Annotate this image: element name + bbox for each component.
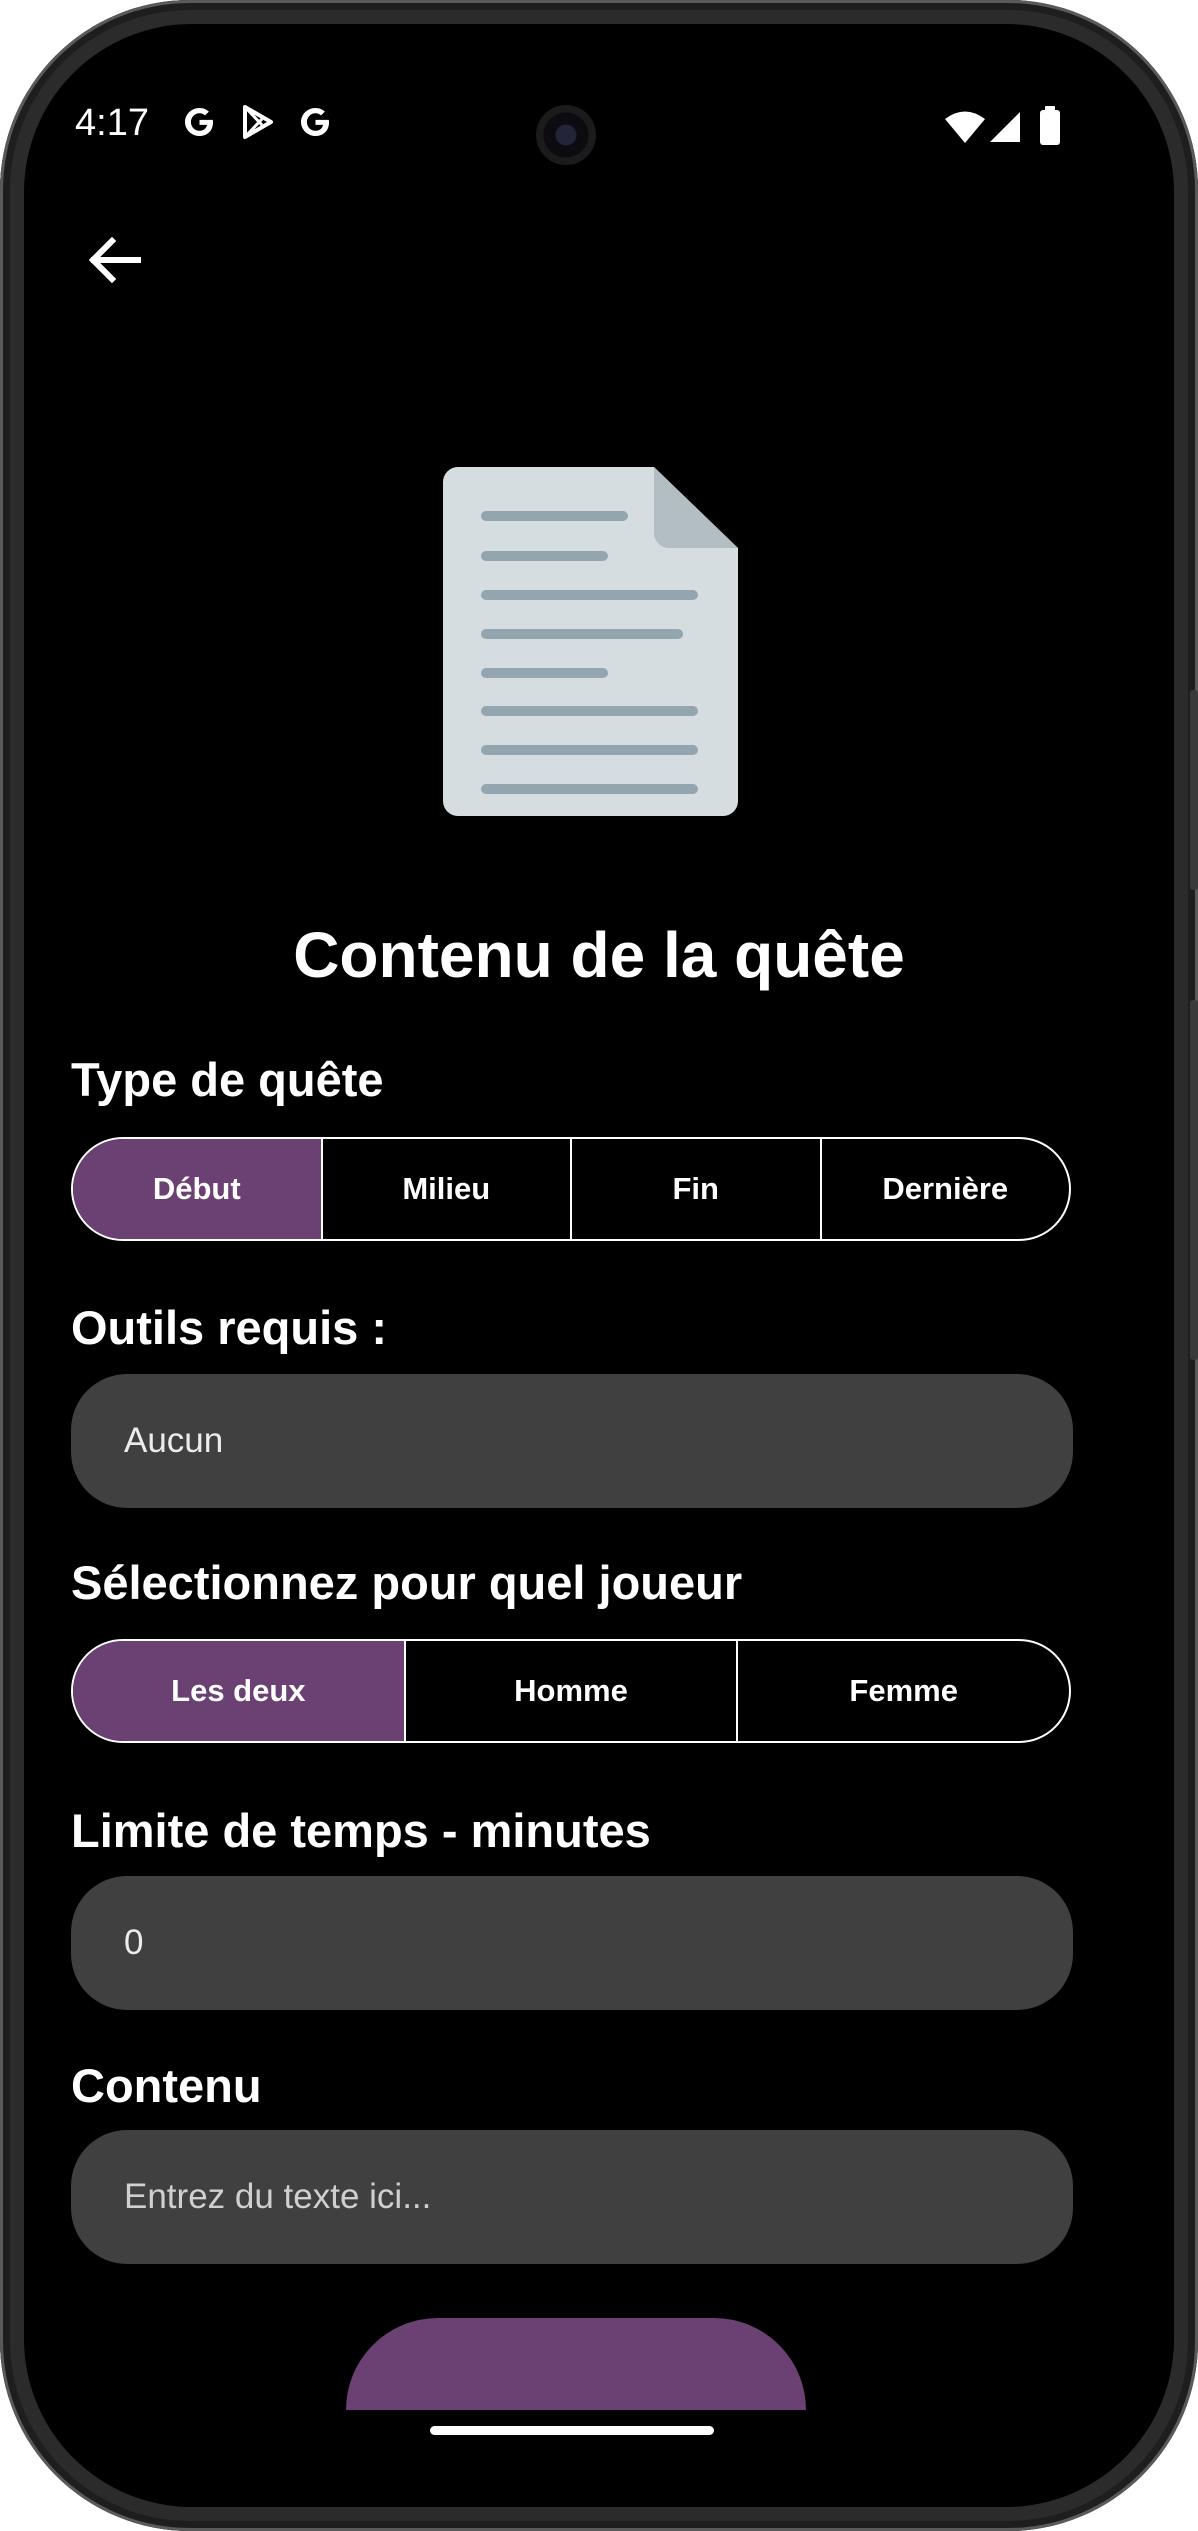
segment-milieu[interactable]: Milieu bbox=[320, 1139, 571, 1239]
cellular-signal-icon bbox=[990, 112, 1020, 142]
play-store-icon bbox=[243, 105, 273, 139]
time-limit-field[interactable]: 0 bbox=[71, 1876, 1073, 2010]
tools-label: Outils requis : bbox=[71, 1301, 387, 1354]
power-button bbox=[1190, 1000, 1198, 1360]
front-camera bbox=[536, 105, 596, 165]
segment-femme[interactable]: Femme bbox=[736, 1641, 1069, 1741]
battery-icon bbox=[1040, 106, 1060, 145]
tools-field[interactable]: Aucun bbox=[71, 1374, 1073, 1508]
segment-derniere[interactable]: Dernière bbox=[819, 1139, 1070, 1239]
content-placeholder: Entrez du texte ici... bbox=[124, 2177, 432, 2216]
content-field[interactable]: Entrez du texte ici... bbox=[71, 2130, 1073, 2264]
wifi-icon bbox=[945, 111, 985, 143]
google-g-icon bbox=[185, 108, 213, 136]
submit-button[interactable] bbox=[346, 2318, 806, 2410]
page-title: Contenu de la quête bbox=[293, 919, 905, 991]
google-g-icon bbox=[301, 108, 329, 136]
player-label: Sélectionnez pour quel joueur bbox=[71, 1556, 743, 1609]
time-limit-label: Limite de temps - minutes bbox=[71, 1804, 651, 1857]
back-arrow-icon[interactable] bbox=[80, 225, 150, 295]
content-label: Contenu bbox=[71, 2059, 262, 2112]
player-segmented-control: Les deux Homme Femme bbox=[71, 1639, 1071, 1743]
status-time: 4:17 bbox=[75, 102, 149, 144]
quest-type-label: Type de quête bbox=[71, 1053, 384, 1106]
segment-homme[interactable]: Homme bbox=[403, 1641, 737, 1741]
volume-button bbox=[1190, 690, 1198, 890]
segment-les-deux[interactable]: Les deux bbox=[73, 1641, 404, 1741]
quest-type-segmented-control: Début Milieu Fin Dernière bbox=[71, 1137, 1071, 1241]
segment-fin[interactable]: Fin bbox=[570, 1139, 820, 1239]
document-icon bbox=[443, 467, 738, 816]
tools-value: Aucun bbox=[124, 1421, 224, 1460]
segment-debut[interactable]: Début bbox=[73, 1139, 321, 1239]
home-indicator[interactable] bbox=[430, 2426, 714, 2435]
time-limit-value: 0 bbox=[124, 1923, 144, 1962]
